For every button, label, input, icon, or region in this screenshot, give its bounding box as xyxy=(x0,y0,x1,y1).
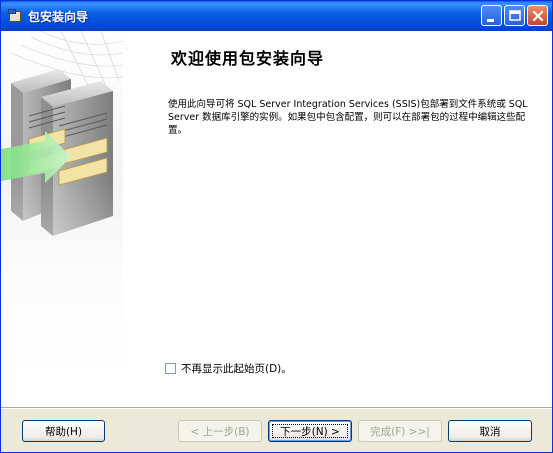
dont-show-again-label[interactable]: 不再显示此起始页(D)。 xyxy=(181,361,292,376)
finish-button[interactable]: 完成(F) >>| xyxy=(358,420,442,442)
maximize-icon xyxy=(509,10,521,21)
wizard-side-illustration xyxy=(1,31,123,407)
close-icon xyxy=(532,10,544,22)
window-controls xyxy=(481,5,548,26)
button-bar: 帮助(H) < 上一步(B) 下一步(N) > 完成(F) >>| 取消 xyxy=(1,409,552,452)
intro-text: 使用此向导可将 SQL Server Integration Services … xyxy=(168,99,528,136)
wizard-window: 包安装向导 欢迎使用包安装向导 使用此向导可将 SQL Server Integ… xyxy=(0,0,553,453)
help-button[interactable]: 帮助(H) xyxy=(22,420,105,442)
next-button[interactable]: 下一步(N) > xyxy=(268,420,352,442)
minimize-icon xyxy=(487,19,494,22)
cancel-button[interactable]: 取消 xyxy=(448,420,532,442)
page-title: 欢迎使用包安装向导 xyxy=(171,49,325,68)
server-illustration xyxy=(1,31,123,407)
back-button[interactable]: < 上一步(B) xyxy=(178,420,262,442)
dont-show-again-checkbox[interactable] xyxy=(165,363,176,374)
dont-show-again-option[interactable]: 不再显示此起始页(D)。 xyxy=(165,361,292,376)
window-title: 包安装向导 xyxy=(28,9,89,24)
minimize-button[interactable] xyxy=(481,5,502,26)
package-installer-icon xyxy=(7,8,23,24)
close-button[interactable] xyxy=(527,5,548,26)
title-bar[interactable]: 包安装向导 xyxy=(1,1,552,31)
maximize-button[interactable] xyxy=(504,5,525,26)
